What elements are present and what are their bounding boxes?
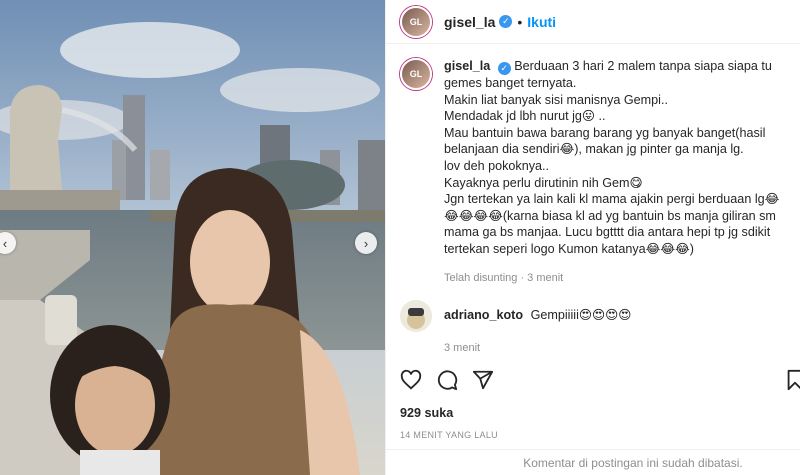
- avatar[interactable]: GL: [400, 5, 432, 38]
- commenter-username[interactable]: adriano_koto: [444, 308, 523, 322]
- comment-icon[interactable]: [436, 369, 458, 391]
- chevron-left-icon: ‹: [2, 235, 8, 251]
- follow-button[interactable]: Ikuti: [527, 14, 556, 30]
- caption-line: Jgn tertekan ya lain kali kl mama ajakin…: [444, 192, 780, 256]
- caption-line: Kayaknya perlu dirutinin nih Gem😋: [444, 175, 643, 190]
- likes-count[interactable]: 929 suka: [400, 406, 453, 420]
- caption-username[interactable]: gisel_la: [444, 59, 490, 73]
- comment-item: adriano_koto Gempiiiii😍😍😍😍: [400, 299, 792, 332]
- caption-text: gisel_la ✓ Berduaan 3 hari 2 malem tanpa…: [444, 58, 792, 258]
- commenter-avatar-illustration: [400, 299, 432, 332]
- action-bar: [400, 369, 494, 391]
- caption: GL gisel_la ✓ Berduaan 3 hari 2 malem ta…: [400, 58, 792, 258]
- caption-line: Berduaan 3 hari 2 malem tanpa siapa siap…: [444, 59, 772, 90]
- next-photo-button[interactable]: ›: [355, 232, 377, 254]
- caption-meta: Telah disunting · 3 menit: [444, 271, 564, 284]
- comments-restricted-notice: Komentar di postingan ini sudah dibatasi…: [386, 449, 800, 475]
- username-link[interactable]: gisel_la: [444, 14, 495, 30]
- commenter-avatar[interactable]: [400, 299, 432, 332]
- post-timestamp[interactable]: 14 MENIT YANG LALU: [400, 430, 498, 440]
- comment-meta: 3 menit: [444, 341, 481, 354]
- avatar-initials: GL: [409, 16, 423, 27]
- comments-section: GL gisel_la ✓ Berduaan 3 hari 2 malem ta…: [400, 58, 792, 354]
- caption-avatar[interactable]: GL: [400, 58, 432, 90]
- caption-line: lov deh pokoknya..: [444, 158, 550, 173]
- heart-icon[interactable]: [400, 369, 422, 391]
- caption-line: Makin liat banyak sisi manisnya Gempi..: [444, 92, 668, 107]
- separator: •: [517, 13, 523, 30]
- comment-body: Gempiiiii😍😍😍😍: [530, 307, 632, 322]
- comments-restricted-text: Komentar di postingan ini sudah dibatasi…: [523, 455, 743, 470]
- avatar-initials: GL: [409, 69, 423, 79]
- post-header: GL gisel_la ✓ • Ikuti: [386, 0, 800, 44]
- post-photo[interactable]: ‹ ›: [0, 0, 385, 475]
- verified-badge-icon: ✓: [499, 15, 513, 28]
- caption-line: Mendadak jd lbh nurut jg😛 ..: [444, 109, 606, 124]
- bookmark-icon: [787, 369, 800, 391]
- post-details-panel: GL gisel_la ✓ • Ikuti GL gisel_la ✓ Berd…: [385, 0, 800, 475]
- share-icon[interactable]: [472, 369, 494, 391]
- caption-line: Mau bantuin bawa barang barang yg banyak…: [444, 125, 766, 157]
- save-button[interactable]: [784, 369, 800, 394]
- chevron-right-icon: ›: [363, 235, 369, 251]
- comment-text: adriano_koto Gempiiiii😍😍😍😍: [444, 300, 631, 332]
- photo-illustration: [0, 0, 385, 475]
- verified-badge-icon: ✓: [497, 62, 511, 75]
